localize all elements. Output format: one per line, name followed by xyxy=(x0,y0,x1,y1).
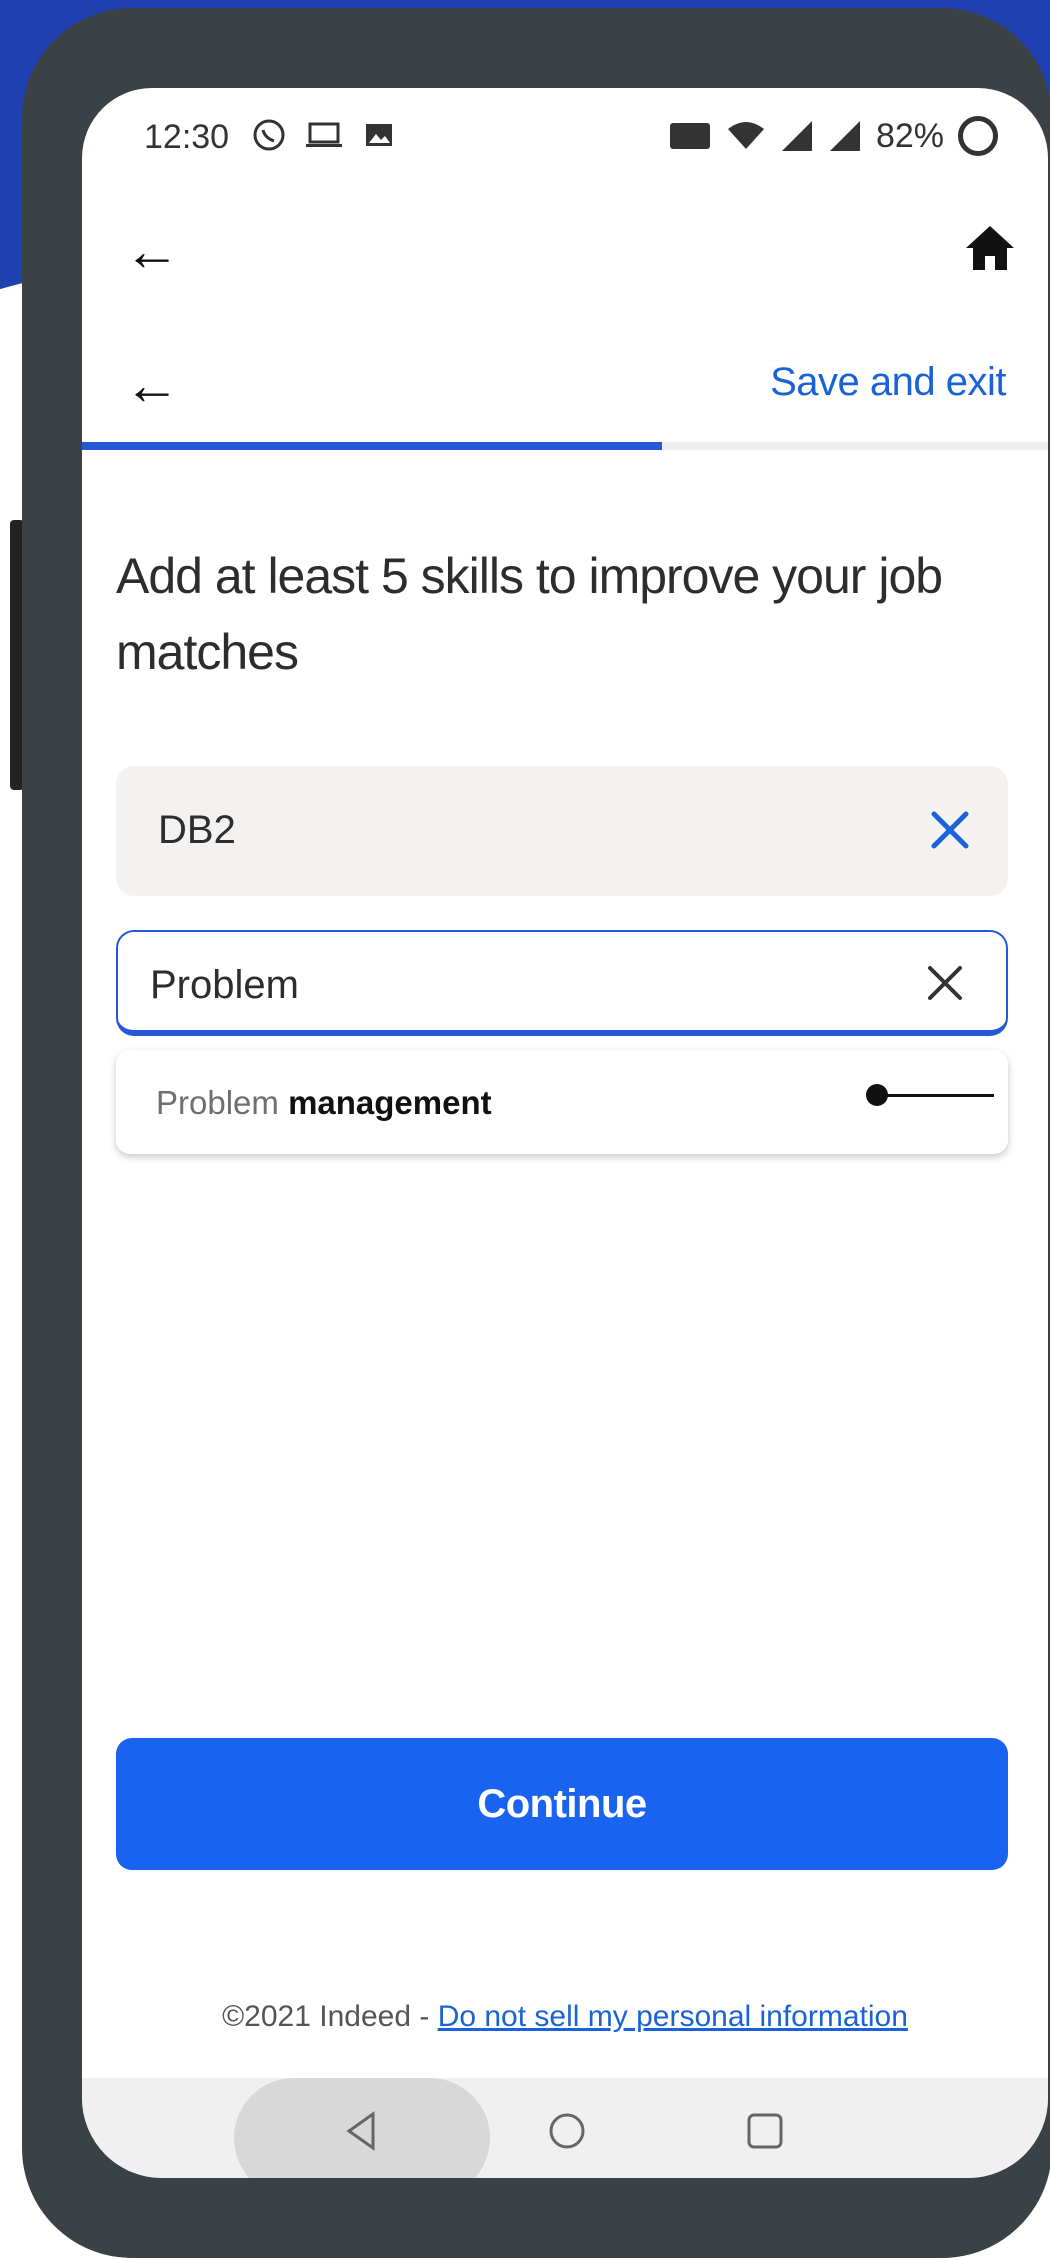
progress-bar-fill xyxy=(82,442,662,450)
suggestion-text: Problem management xyxy=(156,1084,492,1122)
whatsapp-icon xyxy=(253,119,285,151)
skill-search-input[interactable] xyxy=(148,956,852,1014)
signal-roaming-icon xyxy=(829,121,860,151)
continue-button[interactable]: Continue xyxy=(116,1738,1008,1870)
clear-input-icon[interactable] xyxy=(920,958,970,1008)
app-back-arrow-icon[interactable]: ← xyxy=(124,218,180,283)
status-bar: 12:30 82% xyxy=(82,88,1048,188)
status-system-icons: 82% xyxy=(668,116,998,156)
phone-screen: 12:30 82% ← ← Save and exit Add at least… xyxy=(82,88,1048,2178)
progress-bar xyxy=(82,442,1048,450)
remove-skill-icon[interactable] xyxy=(922,802,978,858)
suggestion-prefix: Problem xyxy=(156,1084,279,1121)
system-nav-bar xyxy=(82,2078,1048,2178)
vowifi-icon xyxy=(669,123,710,149)
flow-nav-row: ← Save and exit xyxy=(82,338,1048,438)
skill-search-field[interactable] xyxy=(116,930,1008,1036)
suggestion-match: management xyxy=(288,1084,492,1121)
page-title: Add at least 5 skills to improve your jo… xyxy=(116,548,943,680)
nav-recents-icon[interactable] xyxy=(740,2106,790,2156)
laptop-icon xyxy=(306,122,342,147)
skill-chip: DB2 xyxy=(116,766,1008,896)
annotation-line xyxy=(884,1094,994,1097)
status-notification-icons xyxy=(252,118,396,152)
status-time: 12:30 xyxy=(144,118,230,156)
home-icon[interactable] xyxy=(962,220,1018,276)
image-icon xyxy=(366,124,392,146)
save-and-exit-link[interactable]: Save and exit xyxy=(770,360,1006,405)
app-bar: ← xyxy=(82,198,1048,308)
nav-home-icon[interactable] xyxy=(542,2106,592,2156)
phone-frame: 12:30 82% ← ← Save and exit Add at least… xyxy=(22,8,1050,2258)
back-arrow-icon[interactable]: ← xyxy=(124,352,180,417)
footer-copyright: ©2021 Indeed - xyxy=(222,2000,438,2033)
footer: ©2021 Indeed - Do not sell my personal i… xyxy=(82,2000,1048,2034)
privacy-link[interactable]: Do not sell my personal information xyxy=(438,2000,908,2033)
battery-icon xyxy=(958,116,998,156)
skill-chip-label: DB2 xyxy=(158,808,236,852)
signal-icon xyxy=(781,121,812,151)
battery-percent: 82% xyxy=(875,116,944,155)
nav-back-icon[interactable] xyxy=(337,2106,387,2156)
wifi-icon xyxy=(727,122,764,149)
